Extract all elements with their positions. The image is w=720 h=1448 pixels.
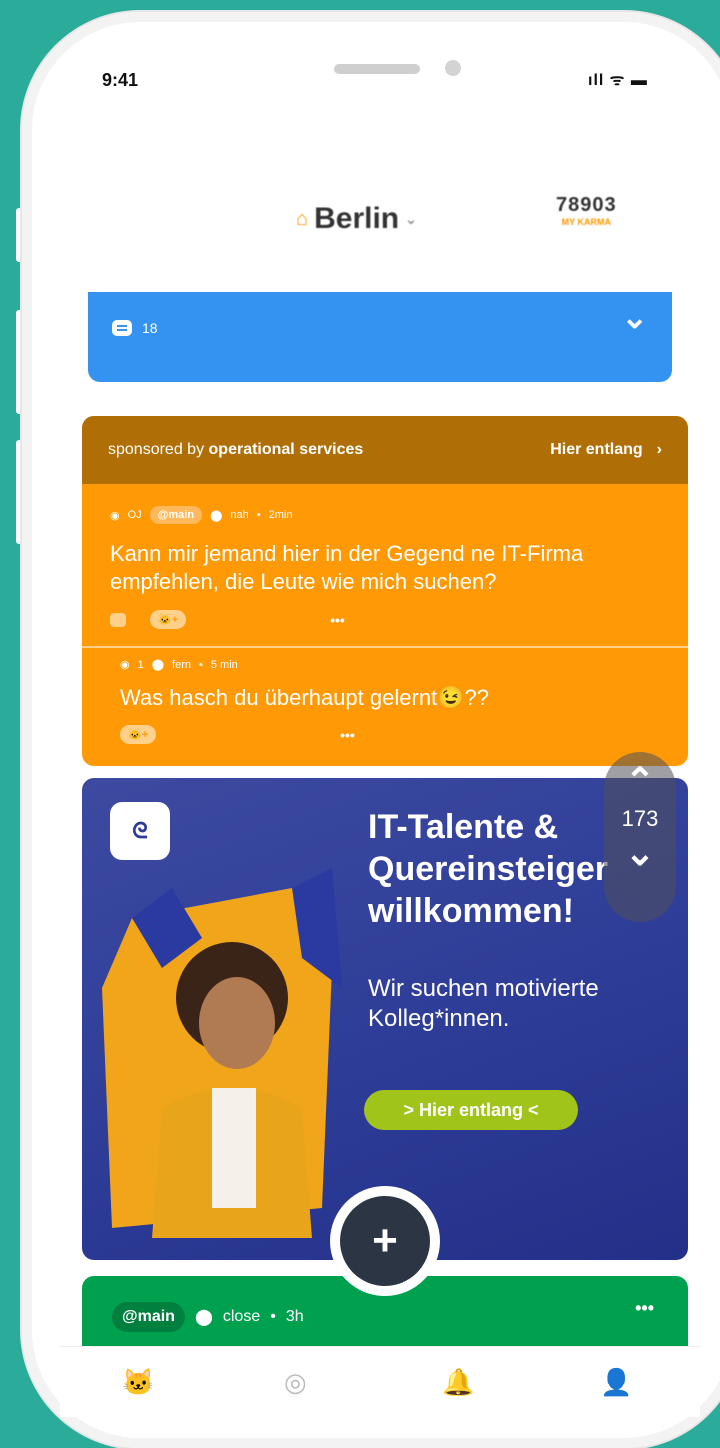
comment-count: 18	[112, 320, 158, 336]
post-distance: close	[222, 1308, 261, 1325]
user-avatar-icon: ◉	[120, 659, 130, 671]
city-selector[interactable]: ⌂ Berlin ⌄	[296, 202, 417, 236]
comment-icon	[112, 320, 132, 336]
tab-profile-icon[interactable]: 👤	[600, 1367, 632, 1398]
downvote-icon[interactable]: ⌄	[621, 298, 648, 336]
channel-tag[interactable]: @main	[149, 506, 203, 524]
ad-cta-button[interactable]: > Hier entlang <	[364, 1090, 578, 1130]
location-icon: ⬤	[210, 509, 223, 522]
front-camera	[445, 60, 461, 76]
add-karma-icon[interactable]: 🐱+	[120, 725, 157, 744]
post-distance: nah	[230, 509, 249, 521]
more-icon[interactable]: •••	[635, 1298, 654, 1319]
chevron-right-icon: ›	[656, 441, 662, 458]
karma-label: MY KARMA	[561, 217, 611, 227]
karma-display[interactable]: 78903 MY KARMA	[556, 194, 617, 227]
tab-notifications-icon[interactable]: 🔔	[442, 1367, 474, 1398]
reply-number: 1	[137, 658, 144, 671]
post-card-blue[interactable]: 18 ⌄	[88, 292, 672, 382]
sponsored-reply[interactable]: ◉ 1 ⬤ fern • 5 min Was hasch du überhaup…	[120, 658, 489, 744]
post-meta: ◉ OJ @main ⬤ nah • 2min	[110, 506, 670, 524]
more-icon[interactable]: •••	[340, 727, 355, 743]
downvote-icon[interactable]: ⌄	[604, 832, 676, 874]
post-text: Kann mir jemand hier in der Gegend ne IT…	[110, 541, 584, 594]
ad-person-image	[102, 868, 342, 1238]
reply-time: 5 min	[210, 658, 238, 671]
reply-distance: fern	[172, 658, 192, 671]
sponsored-card[interactable]: sponsored by operational services Hier e…	[82, 416, 688, 766]
tab-bar: 🐱 ◎ 🔔 👤	[60, 1346, 700, 1417]
home-icon: ⌂	[296, 207, 309, 230]
ad-headline: IT-Talente & Quereinsteiger willkommen!	[368, 808, 608, 930]
reply-text: Was hasch du überhaupt gelernt😉??	[120, 685, 490, 710]
ad-subline: Wir suchen motivierte Kolleg*innen.	[368, 975, 599, 1032]
vote-count: 173	[621, 806, 659, 831]
channel-tag[interactable]: @main	[112, 1302, 185, 1332]
post-actions: 🐱+ •••	[110, 610, 670, 629]
tab-channels-icon[interactable]: ◎	[284, 1367, 307, 1398]
comment-count-value: 18	[142, 320, 158, 336]
comment-icon[interactable]	[110, 612, 126, 627]
karma-value: 78903	[556, 194, 617, 216]
post-time: 3h	[285, 1308, 304, 1325]
sponsored-header: sponsored by operational services Hier e…	[82, 416, 688, 484]
divider	[82, 646, 688, 648]
post-time: 2min	[268, 509, 293, 521]
reply-actions: 🐱+ •••	[120, 725, 489, 744]
location-icon: ⬤	[194, 1309, 213, 1326]
new-post-button[interactable]: +	[330, 1186, 440, 1296]
sponsor-link[interactable]: Hier entlang ›	[550, 441, 662, 459]
sponsored-prefix: sponsored by	[108, 441, 205, 458]
speaker-grille	[334, 64, 420, 74]
status-icons: ıll ᯤ ▬	[588, 72, 648, 89]
status-time: 9:41	[102, 70, 139, 90]
post-meta: @main ⬤ close • 3h	[112, 1302, 304, 1332]
tab-feed-icon[interactable]: 🐱	[122, 1367, 154, 1398]
city-name: Berlin	[314, 202, 400, 235]
sponsored-post[interactable]: ◉ OJ @main ⬤ nah • 2min Kann mir jemand …	[110, 506, 670, 629]
user-initials: OJ	[127, 509, 142, 521]
chevron-down-icon: ⌄	[405, 210, 417, 227]
more-icon[interactable]: •••	[330, 612, 345, 628]
location-icon: ⬤	[151, 659, 165, 671]
vote-widget: ⌃ 173 ⌄	[604, 752, 676, 922]
user-badge-icon: ◉	[110, 509, 120, 522]
upvote-icon[interactable]: ⌃	[604, 760, 676, 802]
add-karma-icon[interactable]: 🐱+	[150, 610, 187, 629]
plus-icon: +	[340, 1196, 430, 1286]
reply-meta: ◉ 1 ⬤ fern • 5 min	[120, 658, 238, 672]
sponsor-name: operational services	[208, 441, 364, 458]
